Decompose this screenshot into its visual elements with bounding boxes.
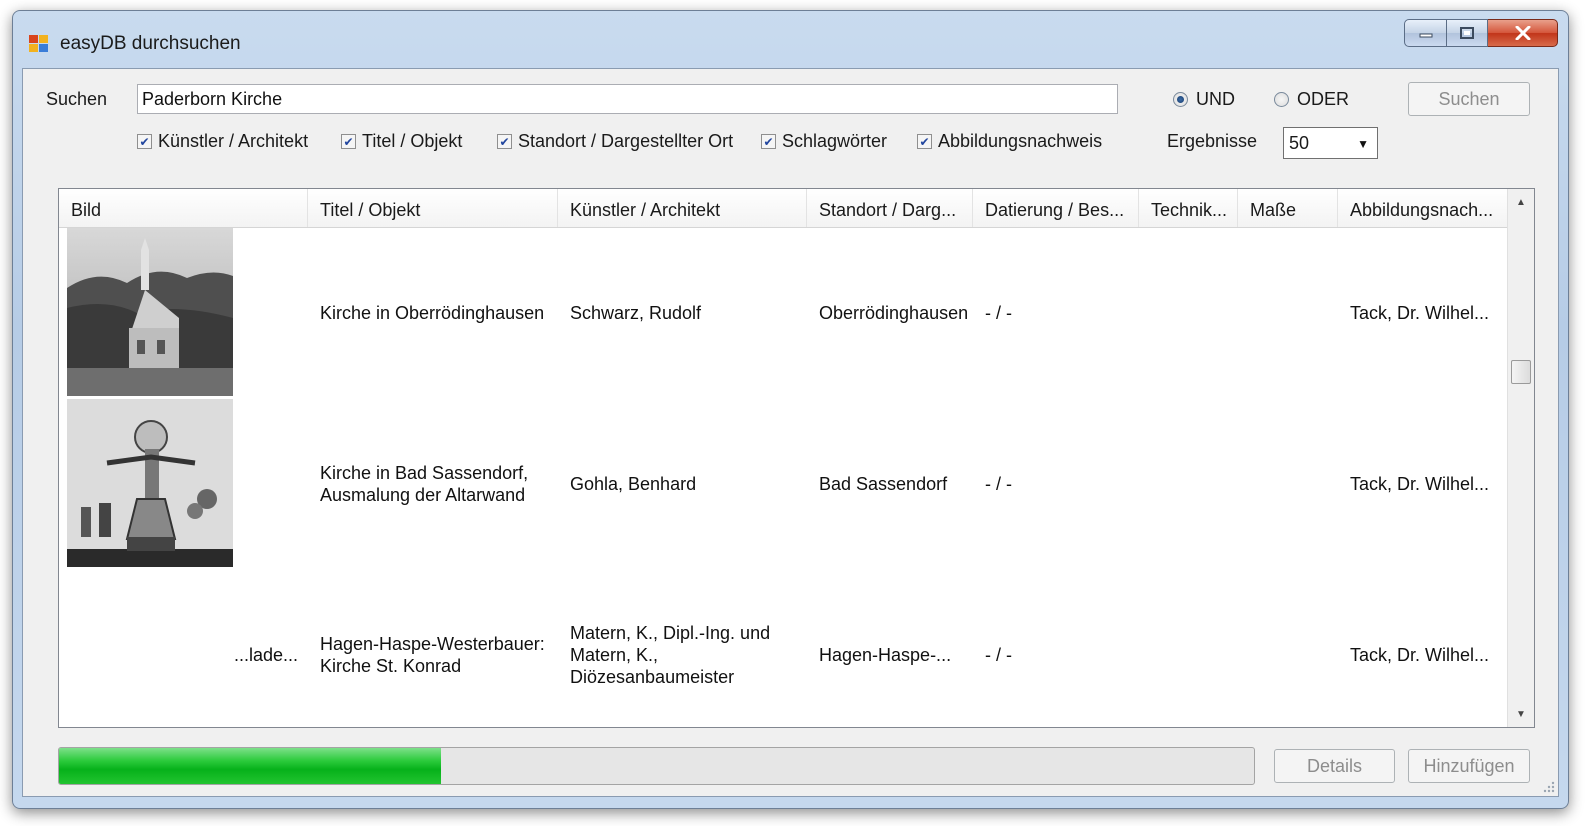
radio-und-indicator [1173, 92, 1188, 107]
cell-bild [59, 227, 308, 398]
add-button[interactable]: Hinzufügen [1408, 749, 1530, 783]
chevron-down-icon: ▼ [1357, 137, 1369, 151]
radio-und[interactable]: UND [1173, 89, 1235, 110]
radio-und-label: UND [1196, 89, 1235, 109]
checkbox-standort-check: ✔ [497, 134, 512, 149]
table-row[interactable]: Kirche in Bad Sassendorf, Ausmalung der … [59, 398, 1509, 569]
resize-grip-icon[interactable] [1541, 779, 1555, 793]
minimize-icon [1419, 33, 1432, 38]
column-header-bild[interactable]: Bild [59, 189, 308, 227]
cell-bild-loading: ...lade... [233, 644, 298, 665]
checkbox-standort-label: Standort / Dargestellter Ort [518, 131, 734, 151]
close-icon [1515, 26, 1530, 40]
cell-technik [1139, 398, 1238, 569]
cell-standort: Bad Sassendorf [819, 473, 948, 494]
search-input[interactable] [137, 84, 1118, 114]
checkbox-schlagwoerter-check: ✔ [761, 134, 776, 149]
maximize-button[interactable] [1447, 19, 1488, 47]
column-header-technik[interactable]: Technik... [1139, 189, 1238, 227]
cell-masse [1238, 569, 1338, 727]
cell-masse [1238, 227, 1338, 398]
search-label: Suchen [46, 89, 108, 109]
column-header-datierung[interactable]: Datierung / Bes... [973, 189, 1139, 227]
cell-kuenstler: Gohla, Benhard [570, 473, 697, 494]
cell-titel: Kirche in Bad Sassendorf, Ausmalung der … [320, 462, 529, 505]
cell-datierung: - / - [985, 644, 1012, 665]
cell-abbildung: Tack, Dr. Wilhel... [1350, 302, 1490, 323]
cell-abbildung: Tack, Dr. Wilhel... [1350, 473, 1490, 494]
cell-kuenstler: Schwarz, Rudolf [570, 302, 702, 323]
app-icon [29, 35, 48, 52]
table-row[interactable]: Kirche in Oberrödinghausen Schwarz, Rudo… [59, 227, 1509, 398]
close-button[interactable] [1488, 19, 1558, 47]
checkbox-abbildungsnachweis[interactable]: ✔ Abbildungsnachweis [917, 131, 1102, 152]
altar-mural-photo [67, 399, 233, 567]
cell-abbildung: Tack, Dr. Wilhel... [1350, 644, 1490, 665]
column-header-masse[interactable]: Maße [1238, 189, 1338, 227]
checkbox-titel-check: ✔ [341, 134, 356, 149]
column-header-abbildung[interactable]: Abbildungsnach... [1338, 189, 1509, 227]
progress-bar [58, 747, 1255, 785]
cell-masse [1238, 398, 1338, 569]
results-combobox[interactable]: 50 ▼ [1283, 127, 1378, 159]
results-label: Ergebnisse [1167, 131, 1258, 151]
checkbox-kuenstler[interactable]: ✔ Künstler / Architekt [137, 131, 308, 152]
checkbox-abbildungsnachweis-label: Abbildungsnachweis [938, 131, 1103, 151]
checkbox-kuenstler-label: Künstler / Architekt [158, 131, 309, 151]
minimize-button[interactable] [1404, 19, 1447, 47]
results-value: 50 [1289, 132, 1310, 153]
radio-oder-indicator [1274, 92, 1289, 107]
table-row[interactable]: ...lade... Hagen-Haspe-Westerbauer: Kirc… [59, 569, 1509, 727]
progress-fill [59, 748, 442, 784]
column-header-standort[interactable]: Standort / Darg... [807, 189, 973, 227]
details-button[interactable]: Details [1274, 749, 1395, 783]
church-photo [67, 228, 233, 396]
scroll-down-icon[interactable]: ▼ [1508, 701, 1534, 727]
maximize-icon [1460, 27, 1474, 39]
cell-datierung: - / - [985, 473, 1012, 494]
grid-vertical-scrollbar[interactable]: ▲ ▼ [1507, 189, 1534, 727]
column-header-kuenstler[interactable]: Künstler / Architekt [558, 189, 807, 227]
results-grid: Bild Titel / Objekt Künstler / Architekt… [58, 188, 1535, 728]
scroll-thumb[interactable] [1511, 360, 1531, 384]
radio-oder-label: ODER [1297, 89, 1350, 109]
cell-standort: Hagen-Haspe-... [819, 644, 952, 665]
search-button[interactable]: Suchen [1408, 82, 1530, 116]
cell-technik [1139, 569, 1238, 727]
cell-titel: Hagen-Haspe-Westerbauer: Kirche St. Konr… [320, 633, 545, 676]
checkbox-abbildungsnachweis-check: ✔ [917, 134, 932, 149]
cell-standort: Oberrödinghausen [819, 302, 969, 323]
checkbox-standort[interactable]: ✔ Standort / Dargestellter Ort [497, 131, 733, 152]
cell-technik [1139, 227, 1238, 398]
cell-titel: Kirche in Oberrödinghausen [320, 302, 545, 323]
client-area: Suchen UND ODER Suchen ✔ Künstler / Arch… [22, 68, 1559, 797]
checkbox-kuenstler-check: ✔ [137, 134, 152, 149]
cell-datierung: - / - [985, 302, 1012, 323]
checkbox-schlagwoerter[interactable]: ✔ Schlagwörter [761, 131, 887, 152]
caption-buttons [1404, 19, 1558, 49]
scroll-up-icon[interactable]: ▲ [1508, 189, 1534, 215]
cell-bild [59, 398, 308, 569]
radio-oder[interactable]: ODER [1274, 89, 1349, 110]
window-title: easyDB durchsuchen [60, 33, 241, 54]
main-window: easyDB durchsuchen Suchen UND ODER Suche… [12, 10, 1569, 809]
checkbox-titel-label: Titel / Objekt [362, 131, 463, 151]
checkbox-titel[interactable]: ✔ Titel / Objekt [341, 131, 462, 152]
column-header-titel[interactable]: Titel / Objekt [308, 189, 558, 227]
cell-kuenstler: Matern, K., Dipl.-Ing. und Matern, K., D… [570, 622, 771, 687]
title-bar[interactable]: easyDB durchsuchen [13, 11, 1568, 69]
checkbox-schlagwoerter-label: Schlagwörter [782, 131, 888, 151]
grid-header: Bild Titel / Objekt Künstler / Architekt… [59, 189, 1509, 228]
